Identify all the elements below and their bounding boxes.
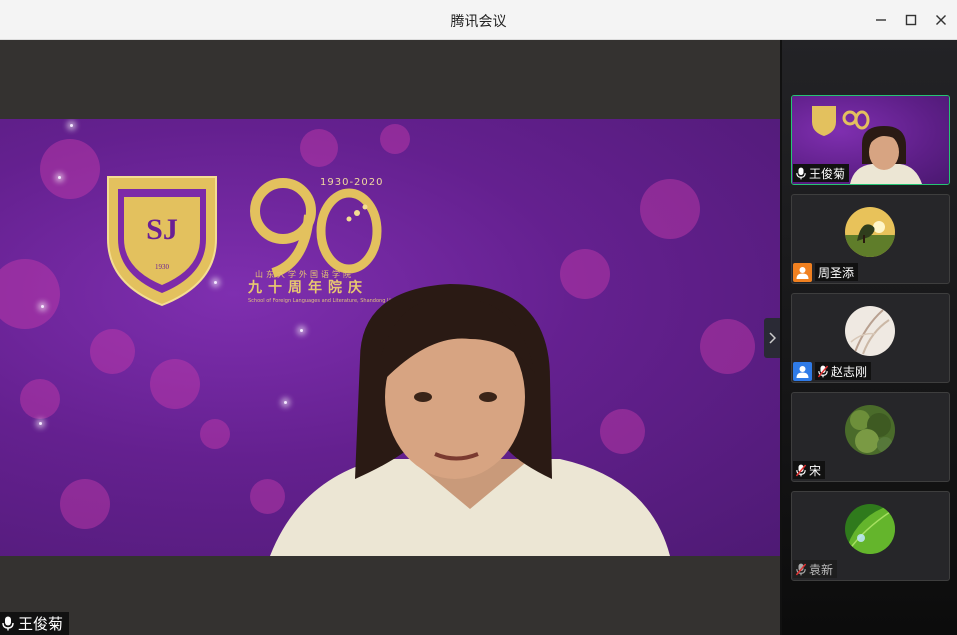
bokeh-dot — [40, 139, 100, 199]
participant-namebar: 周圣添 — [793, 262, 859, 282]
participant-namebar: 王俊菊 — [793, 163, 850, 183]
speaker-name-tag: 王俊菊 — [0, 612, 70, 635]
close-button[interactable] — [930, 9, 952, 31]
main-video-area: SJ 1930 1930-2020 山东大学外国语学院 九十周年院庆 Schoo… — [0, 40, 780, 635]
participant-avatar — [845, 306, 895, 356]
sparkle — [41, 305, 44, 308]
speaker-video[interactable]: SJ 1930 1930-2020 山东大学外国语学院 九十周年院庆 Schoo… — [0, 119, 780, 556]
svg-text:1930: 1930 — [155, 263, 170, 271]
bokeh-dot — [300, 129, 338, 167]
participant-namebox: 袁新 — [793, 560, 838, 578]
user-icon — [793, 361, 812, 381]
participant-tile[interactable]: 周圣添 — [791, 194, 950, 284]
participant-avatar — [845, 207, 895, 257]
participant-name: 宋 — [809, 463, 822, 478]
bokeh-dot — [640, 179, 700, 239]
window-title: 腾讯会议 — [450, 14, 507, 30]
participant-namebar: 袁新 — [793, 559, 838, 579]
participant-name: 周圣添 — [818, 265, 855, 280]
participant-name: 袁新 — [809, 562, 834, 577]
participant-tile[interactable]: 宋 — [791, 392, 950, 482]
participant-namebox: 赵志刚 — [815, 362, 872, 380]
sparkle — [58, 176, 61, 179]
bokeh-dot — [200, 419, 230, 449]
participant-namebox: 周圣添 — [815, 263, 859, 281]
bokeh-dot — [60, 479, 110, 529]
close-icon — [936, 15, 946, 25]
bokeh-dot — [90, 329, 135, 374]
meeting-window: 腾讯会议 SJ 1930 1930-2020 山东大学外国语学院 九十周年院庆 … — [0, 0, 957, 635]
participant-namebar: 赵志刚 — [793, 361, 872, 381]
maximize-button[interactable] — [900, 9, 922, 31]
microphone-muted-icon — [796, 464, 806, 476]
bokeh-dot — [20, 379, 60, 419]
minimize-button[interactable] — [870, 9, 892, 31]
bokeh-dot — [380, 124, 410, 154]
participant-namebox: 王俊菊 — [793, 164, 850, 182]
participant-name: 赵志刚 — [831, 364, 868, 379]
university-shield-logo: SJ 1930 — [107, 176, 217, 307]
sparkle — [70, 124, 73, 127]
microphone-icon — [796, 167, 806, 179]
user-icon — [793, 262, 812, 282]
expand-sidebar-button[interactable] — [764, 318, 780, 358]
bokeh-dot — [150, 359, 200, 409]
speaker-name: 王俊菊 — [18, 615, 64, 633]
participant-avatar — [845, 504, 895, 554]
participant-tile[interactable]: 袁新 — [791, 491, 950, 581]
chevron-right-icon — [769, 332, 776, 344]
sparkle — [39, 422, 42, 425]
participant-tile[interactable]: 赵志刚 — [791, 293, 950, 383]
participant-avatar — [845, 405, 895, 455]
microphone-muted-icon — [818, 365, 828, 377]
participant-name: 王俊菊 — [809, 166, 846, 181]
minimize-icon — [876, 19, 886, 21]
bokeh-dot — [0, 259, 60, 329]
svg-text:SJ: SJ — [146, 213, 178, 246]
year-range-text: 1930-2020 — [320, 177, 384, 188]
participant-namebox: 宋 — [793, 461, 826, 479]
participant-tile[interactable]: 王俊菊 — [791, 95, 950, 185]
bokeh-dot — [700, 319, 755, 374]
participant-namebar: 宋 — [793, 460, 826, 480]
speaker-person — [270, 284, 670, 556]
microphone-icon — [2, 616, 14, 631]
title-bar: 腾讯会议 — [0, 0, 957, 40]
maximize-icon — [905, 14, 917, 26]
participant-sidebar: 王俊菊 周圣添 赵志刚 宋 袁新 — [780, 40, 957, 635]
microphone-muted-icon — [796, 563, 806, 575]
